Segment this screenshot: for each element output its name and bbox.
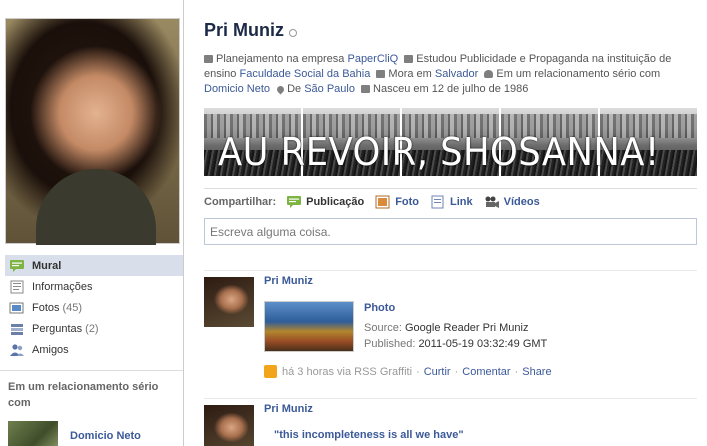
- story-meta: há 3 horas via RSS Graffiti · Curtir · C…: [264, 365, 552, 378]
- profile-name: Pri Muniz: [204, 20, 284, 40]
- attachment-published: Published: 2011-05-19 03:32:49 GMT: [364, 338, 547, 350]
- nav-item-questions[interactable]: Perguntas (2): [5, 318, 183, 339]
- relationship-text: Em um relacionamento sério com: [496, 68, 661, 80]
- from-text: De: [287, 83, 302, 95]
- left-column: Mural Informações Fotos (45) Perguntas (…: [0, 0, 184, 446]
- nav-item-friends[interactable]: Amigos: [5, 339, 183, 360]
- share-label: Compartilhar:: [204, 196, 277, 208]
- nav-item-photos[interactable]: Fotos (45): [5, 297, 183, 318]
- profile-header: Pri Muniz: [204, 20, 297, 41]
- status-icon: [286, 195, 302, 209]
- photo-icon: [375, 195, 391, 209]
- nav-label-info: Informações: [32, 280, 93, 293]
- nav-label-wall: Mural: [32, 259, 62, 272]
- lives-city-link[interactable]: Salvador: [435, 68, 478, 80]
- profile-picture[interactable]: [5, 18, 180, 245]
- author-name-link[interactable]: Pri Muniz: [264, 275, 313, 287]
- status-composer-input[interactable]: Escreva alguma coisa.: [204, 218, 697, 245]
- source-value: Google Reader Pri Muniz: [404, 322, 529, 334]
- nav-label-questions: Perguntas: [32, 322, 83, 335]
- author-name-link[interactable]: Pri Muniz: [264, 403, 313, 415]
- story-time: há 3 horas via RSS Graffiti: [282, 365, 413, 378]
- profile-picture-shoulders: [36, 169, 156, 245]
- author-avatar[interactable]: [204, 405, 254, 446]
- share-video-label: Vídeos: [503, 196, 540, 208]
- study-school-link[interactable]: Faculdade Social da Bahia: [239, 68, 370, 80]
- source-label: Source:: [364, 322, 402, 334]
- from-city-link[interactable]: São Paulo: [304, 83, 355, 95]
- share-status-option[interactable]: Publicação: [286, 195, 364, 209]
- house-icon: [376, 70, 386, 78]
- attachment-title-link[interactable]: Photo: [364, 302, 395, 314]
- online-status-icon: [289, 28, 297, 37]
- video-camera-icon: [484, 195, 500, 209]
- profile-info: Planejamento na empresa PaperCliQ Estudo…: [204, 52, 697, 97]
- feed-story: Pri Muniz "this incompleteness is all we…: [204, 398, 697, 446]
- nav-label-friends: Amigos: [32, 343, 69, 356]
- nav-item-wall[interactable]: Mural: [5, 255, 183, 276]
- share-link[interactable]: Share: [522, 366, 551, 378]
- nav-label-photos: Fotos: [32, 301, 60, 314]
- share-video-option[interactable]: Vídeos: [484, 195, 540, 209]
- link-icon: [430, 195, 446, 209]
- feed-story: Pri Muniz Photo Source: Google Reader Pr…: [204, 270, 697, 390]
- info-icon: [9, 280, 25, 294]
- attachment-source: Source: Google Reader Pri Muniz: [364, 322, 529, 334]
- share-photo-option[interactable]: Foto: [375, 195, 419, 209]
- partner-name-link[interactable]: Domicio Neto: [70, 430, 141, 442]
- relationship-box: Em um relacionamento sério com Domicio N…: [0, 370, 183, 446]
- published-label: Published:: [364, 338, 416, 350]
- share-link-label: Link: [450, 196, 473, 208]
- like-link[interactable]: Curtir: [424, 366, 451, 378]
- attachment-thumbnail[interactable]: [264, 301, 354, 352]
- calendar-icon: [361, 85, 371, 93]
- share-bar: Compartilhar: Publicação Foto Link Vídeo…: [204, 188, 697, 209]
- share-photo-label: Foto: [395, 196, 420, 208]
- nav-item-info[interactable]: Informações: [5, 276, 183, 297]
- work-text: Planejamento na empresa: [216, 53, 345, 65]
- published-value: 2011-05-19 03:32:49 GMT: [418, 338, 548, 350]
- briefcase-icon: [204, 55, 213, 63]
- relationship-person[interactable]: Domicio Neto: [8, 421, 175, 446]
- share-link-option[interactable]: Link: [430, 195, 473, 209]
- wall-icon: [9, 259, 25, 273]
- nav-count-questions: (2): [85, 322, 99, 335]
- work-company-link[interactable]: PaperCliQ: [347, 53, 398, 65]
- graduation-cap-icon: [404, 55, 414, 63]
- location-pin-icon: [275, 84, 286, 95]
- birthday-text: Nasceu em 12 de julho de 1986: [373, 83, 529, 95]
- author-avatar[interactable]: [204, 277, 254, 327]
- comment-link[interactable]: Comentar: [462, 366, 510, 378]
- heart-icon: [484, 70, 494, 78]
- questions-icon: [9, 322, 25, 336]
- share-status-label: Publicação: [306, 196, 365, 208]
- left-nav: Mural Informações Fotos (45) Perguntas (…: [5, 255, 183, 360]
- relationship-partner-link[interactable]: Domicio Neto: [204, 83, 270, 95]
- relationship-title: Em um relacionamento sério com: [8, 381, 159, 409]
- nav-count-photos: (45): [62, 301, 83, 314]
- banner-text: AU REVOIR, SHOSANNA!: [218, 130, 660, 174]
- rss-graffiti-icon: [264, 365, 277, 378]
- photos-icon: [9, 301, 25, 315]
- partner-thumbnail[interactable]: [8, 421, 58, 446]
- lives-text: Mora em: [388, 68, 432, 80]
- friends-icon: [9, 343, 25, 357]
- shared-quote-link[interactable]: "this incompleteness is all we have": [274, 429, 464, 441]
